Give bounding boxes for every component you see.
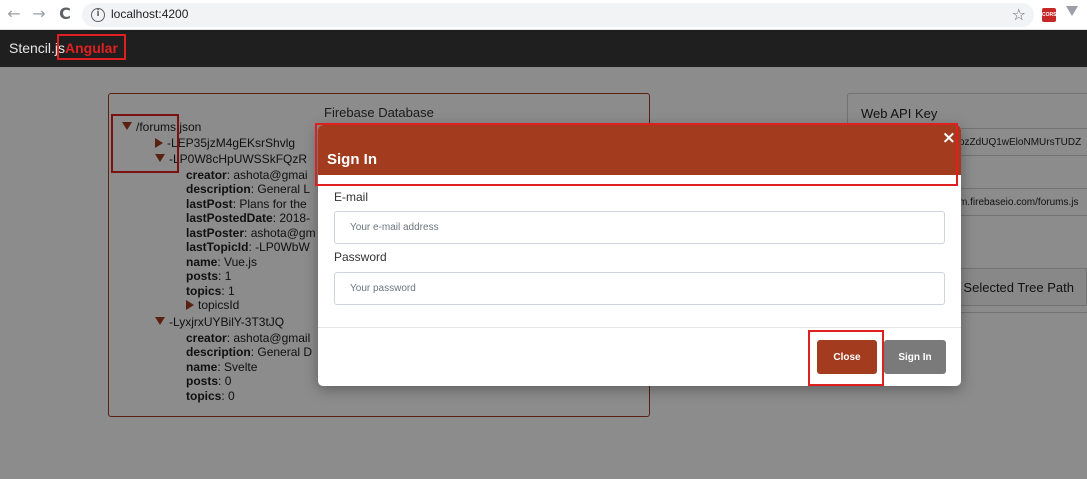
url-text[interactable]: localhost:4200 (111, 7, 188, 21)
email-field[interactable] (334, 211, 945, 244)
browser-menu-icon[interactable] (1066, 6, 1078, 16)
back-arrow-icon[interactable]: ← (4, 4, 24, 24)
annotation-box-angular (57, 34, 126, 60)
bookmark-star-icon[interactable]: ☆ (1012, 5, 1026, 24)
browser-toolbar: ← → C i localhost:4200 ☆ CORS (0, 0, 1087, 30)
app-navbar: Stencil.js Angular (0, 30, 1087, 67)
cors-extension-icon[interactable]: CORS (1042, 8, 1056, 22)
annotation-box-close-button (808, 330, 884, 386)
address-bar[interactable]: i localhost:4200 ☆ (82, 3, 1034, 27)
modal-footer-divider (318, 327, 961, 328)
password-field[interactable] (334, 272, 945, 305)
reload-icon[interactable]: C (55, 4, 75, 24)
info-icon[interactable]: i (91, 8, 105, 22)
email-label: E-mail (334, 190, 369, 204)
forward-arrow-icon[interactable]: → (29, 4, 49, 24)
password-label: Password (334, 250, 387, 264)
sign-in-button[interactable]: Sign In (884, 340, 946, 374)
annotation-box-modal-header (315, 123, 958, 186)
